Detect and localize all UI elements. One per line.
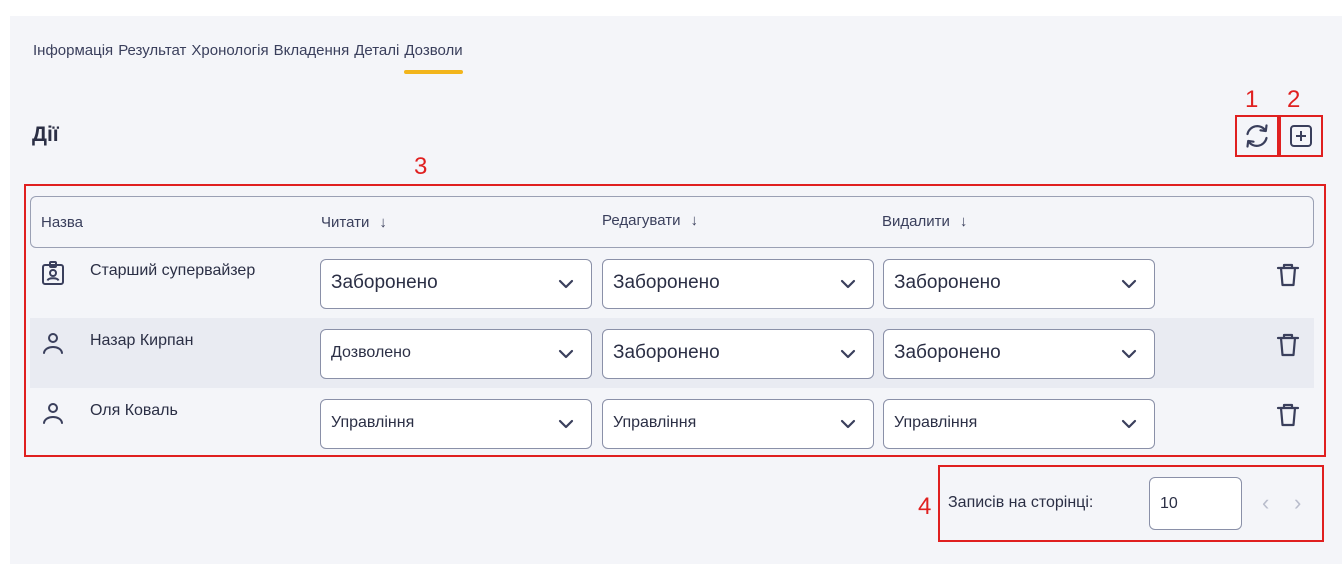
column-header-delete[interactable]: Видалити ↓ <box>882 213 967 230</box>
add-button[interactable] <box>1284 120 1318 152</box>
next-page-icon[interactable]: › <box>1294 490 1301 516</box>
refresh-icon <box>1246 124 1268 148</box>
select-value: Заборонено <box>331 272 438 293</box>
arrow-down-icon: ↓ <box>959 213 968 230</box>
column-header-read[interactable]: Читати ↓ <box>321 214 387 231</box>
column-header-label: Читати <box>321 214 370 231</box>
tab-details[interactable]: Деталі <box>354 42 399 74</box>
chevron-down-icon <box>558 279 574 289</box>
chevron-down-icon <box>840 349 856 359</box>
refresh-button[interactable] <box>1240 120 1274 152</box>
column-header-label: Назва <box>41 214 84 231</box>
select-value: Заборонено <box>613 342 720 363</box>
trash-icon[interactable] <box>1276 332 1300 358</box>
delete-permission-select[interactable]: Управління <box>883 399 1155 449</box>
page-size-input[interactable] <box>1149 477 1242 530</box>
arrow-down-icon: ↓ <box>690 212 699 229</box>
tab-result[interactable]: Результат <box>118 42 186 74</box>
delete-permission-select[interactable]: Заборонено <box>883 329 1155 379</box>
trash-icon[interactable] <box>1276 402 1300 428</box>
plus-square-icon <box>1290 125 1312 147</box>
column-header-edit[interactable]: Редагувати ↓ <box>602 212 698 229</box>
read-permission-select[interactable]: Управління <box>320 399 592 449</box>
chevron-down-icon <box>840 419 856 429</box>
row-name: Старший супервайзер <box>90 262 256 279</box>
column-header-label: Редагувати <box>602 212 681 229</box>
table-header: Назва Читати ↓ Редагувати ↓ Видалити ↓ <box>30 196 1314 248</box>
table-row: Старший супервайзер Заборонено Заборонен… <box>30 248 1314 318</box>
edit-permission-select[interactable]: Заборонено <box>602 329 874 379</box>
table-row: Назар Кирпан Дозволено Заборонено Заборо… <box>30 318 1314 388</box>
tab-permissions[interactable]: Дозволи <box>404 42 464 74</box>
select-value: Заборонено <box>894 272 1001 293</box>
column-header-label: Видалити <box>882 213 950 230</box>
select-value: Управління <box>331 414 415 431</box>
select-value: Управління <box>613 414 697 431</box>
arrow-down-icon: ↓ <box>379 214 387 231</box>
row-name: Назар Кирпан <box>90 332 194 349</box>
select-value: Заборонено <box>613 272 720 293</box>
select-value: Дозволено <box>331 344 411 361</box>
annotation-number-1: 1 <box>1245 86 1259 113</box>
column-header-name[interactable]: Назва <box>41 214 83 231</box>
select-value: Заборонено <box>894 342 1001 363</box>
section-title: Дії <box>32 123 59 146</box>
read-permission-select[interactable]: Заборонено <box>320 259 592 309</box>
user-icon <box>43 333 63 354</box>
page-size-label: Записів на сторінці: <box>948 494 1094 511</box>
tab-info[interactable]: Інформація <box>33 42 113 74</box>
tab-chronology[interactable]: Хронологія <box>191 42 268 74</box>
edit-permission-select[interactable]: Заборонено <box>602 259 874 309</box>
user-icon <box>43 403 63 424</box>
row-name: Оля Коваль <box>90 402 178 419</box>
chevron-down-icon <box>558 349 574 359</box>
chevron-down-icon <box>1121 419 1137 429</box>
table-row: Оля Коваль Управління Управління Управлі… <box>30 388 1314 458</box>
permissions-table: Назва Читати ↓ Редагувати ↓ Видалити ↓ Стар… <box>24 184 1326 457</box>
trash-icon[interactable] <box>1276 262 1300 288</box>
annotation-number-2: 2 <box>1287 86 1301 113</box>
id-badge-icon <box>42 261 64 285</box>
annotation-number-4: 4 <box>918 493 932 520</box>
delete-permission-select[interactable]: Заборонено <box>883 259 1155 309</box>
select-value: Управління <box>894 414 978 431</box>
annotation-number-3: 3 <box>414 153 428 180</box>
chevron-down-icon <box>1121 349 1137 359</box>
read-permission-select[interactable]: Дозволено <box>320 329 592 379</box>
chevron-down-icon <box>840 279 856 289</box>
tab-attachments[interactable]: Вкладення <box>274 42 350 74</box>
edit-permission-select[interactable]: Управління <box>602 399 874 449</box>
prev-page-icon[interactable]: ‹ <box>1262 490 1269 516</box>
chevron-down-icon <box>1121 279 1137 289</box>
chevron-down-icon <box>558 419 574 429</box>
tab-bar: Інформація Результат Хронологія Вкладенн… <box>33 42 464 74</box>
